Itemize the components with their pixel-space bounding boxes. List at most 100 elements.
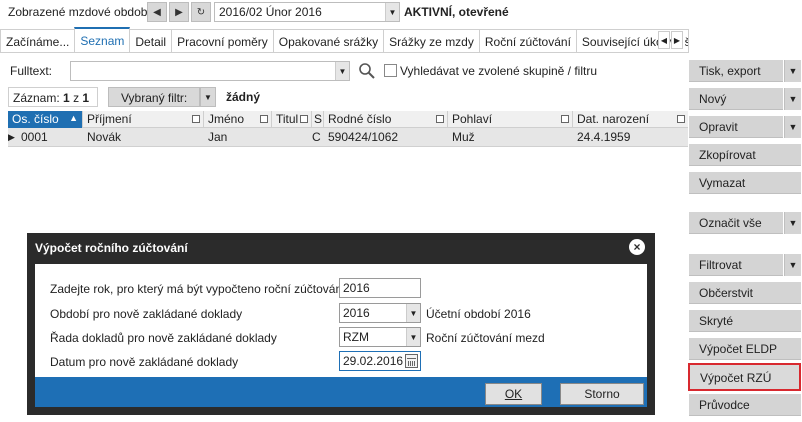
column-filter-icon[interactable]	[300, 115, 308, 123]
dialog-title: Výpočet ročního zúčtování	[35, 241, 188, 255]
records-total: 1	[82, 91, 90, 105]
records-current: 1	[63, 91, 70, 105]
records-counter: Záznam: 1 z 1	[8, 87, 98, 107]
tisk-export-dropdown[interactable]: ▼	[784, 60, 801, 82]
tab-detail[interactable]: Detail	[129, 29, 173, 53]
cell-os-cislo: 0001	[21, 130, 48, 144]
refresh-icon: ↻	[196, 6, 206, 18]
column-header-jmeno[interactable]: Jméno	[204, 111, 272, 128]
column-header-label: Dat. narození	[577, 112, 650, 126]
fulltext-label: Fulltext:	[10, 64, 53, 78]
tab-zaciname[interactable]: Začínáme...	[0, 29, 76, 53]
cancel-button[interactable]: Storno	[560, 383, 644, 405]
calendar-icon[interactable]	[405, 354, 418, 368]
period-status: AKTIVNÍ, otevřené	[404, 5, 509, 19]
column-header-titul[interactable]: Titul	[272, 111, 312, 128]
date-input[interactable]: 29.02.2016	[339, 351, 421, 371]
tab-scroll-right-button[interactable]: ▶	[671, 31, 683, 49]
column-header-label: Pohlaví	[452, 112, 493, 126]
dialog-body: Zadejte rok, pro který má být vypočteno …	[35, 264, 647, 377]
period-label: Období pro nově zakládané doklady	[50, 307, 243, 321]
column-header-rodne-cislo[interactable]: Rodné číslo	[324, 111, 448, 128]
tab-srazky-ze-mzdy[interactable]: Srážky ze mzdy	[383, 29, 480, 53]
column-header-pohlavi[interactable]: Pohlaví	[448, 111, 573, 128]
opravit-dropdown[interactable]: ▼	[784, 116, 801, 138]
next-period-button[interactable]: ▶	[169, 2, 189, 22]
novy-dropdown[interactable]: ▼	[784, 88, 801, 110]
column-filter-icon[interactable]	[436, 115, 444, 123]
filtrovat-button[interactable]: Filtrovat	[689, 254, 783, 276]
triangle-right-icon: ▶	[673, 35, 681, 45]
skryte-button[interactable]: Skryté	[689, 310, 801, 332]
cell-prijmeni: Novák	[87, 130, 122, 144]
chevron-down-icon: ▼	[204, 92, 212, 102]
selected-filter-button[interactable]: Vybraný filtr:	[108, 87, 200, 107]
oznacit-vse-button[interactable]: Označit vše	[689, 212, 783, 234]
column-filter-icon[interactable]	[561, 115, 569, 123]
column-header-label: Jméno	[208, 112, 245, 126]
table-row[interactable]: ▶ 0001 Novák Jan C 590424/1062 Muž 24.4.…	[8, 128, 688, 147]
column-filter-icon[interactable]	[192, 115, 200, 123]
column-header-s[interactable]: S	[312, 111, 324, 128]
series-select-value: RZM	[343, 330, 369, 344]
zkopirovat-button[interactable]: Zkopírovat	[689, 144, 801, 166]
group-search-label: Vyhledávat ve zvolené skupině / filtru	[400, 64, 597, 78]
chevron-down-icon: ▼	[788, 66, 798, 76]
vymazat-button[interactable]: Vymazat	[689, 172, 801, 194]
vypocet-eldp-button[interactable]: Výpočet ELDP	[689, 338, 801, 360]
close-icon[interactable]: ×	[629, 239, 645, 255]
rocni-zuctovani-dialog: Výpočet ročního zúčtování × Zadejte rok,…	[27, 233, 655, 415]
column-header-os-cislo[interactable]: Os. číslo ▲	[8, 111, 83, 128]
chevron-down-icon[interactable]: ▼	[385, 3, 399, 21]
oznacit-vse-dropdown[interactable]: ▼	[784, 212, 801, 234]
chevron-down-icon: ▼	[788, 260, 798, 270]
tab-seznam[interactable]: Seznam	[74, 27, 131, 53]
tab-opakovane-srazky[interactable]: Opakované srážky	[272, 29, 385, 53]
dialog-footer	[35, 377, 647, 407]
novy-button[interactable]: Nový	[689, 88, 783, 110]
sort-ascending-icon: ▲	[69, 113, 78, 123]
pruvodce-button[interactable]: Průvodce	[689, 394, 801, 416]
period-note: Účetní období 2016	[426, 307, 531, 321]
triangle-left-icon: ◀	[153, 6, 161, 18]
filtrovat-dropdown[interactable]: ▼	[784, 254, 801, 276]
column-header-dat-narozeni[interactable]: Dat. narození	[573, 111, 688, 128]
fulltext-input[interactable]: ▼	[70, 61, 350, 81]
group-search-checkbox[interactable]	[384, 64, 397, 77]
search-icon[interactable]	[358, 62, 376, 80]
refresh-period-button[interactable]: ↻	[191, 2, 211, 22]
tab-scroll-left-button[interactable]: ◀	[658, 31, 670, 49]
period-select[interactable]: 2016 ▼	[339, 303, 421, 323]
tab-pracovni-pomery[interactable]: Pracovní poměry	[171, 29, 274, 53]
period-select-value: 2016/02 Únor 2016	[219, 5, 322, 19]
chevron-down-icon[interactable]: ▼	[406, 304, 420, 322]
triangle-left-icon: ◀	[660, 35, 668, 45]
cell-pohlavi: Muž	[452, 130, 475, 144]
date-label: Datum pro nově zakládané doklady	[50, 355, 239, 369]
column-header-label: Rodné číslo	[328, 112, 392, 126]
column-header-label: Os. číslo	[12, 112, 59, 126]
ok-button-label: OK	[504, 387, 523, 401]
row-indicator-icon: ▶	[8, 132, 15, 142]
column-filter-icon[interactable]	[260, 115, 268, 123]
chevron-down-icon[interactable]: ▼	[335, 62, 349, 80]
obcerstvit-button[interactable]: Občerstvit	[689, 282, 801, 304]
column-filter-icon[interactable]	[677, 115, 685, 123]
series-select[interactable]: RZM ▼	[339, 327, 421, 347]
tisk-export-button[interactable]: Tisk, export	[689, 60, 783, 82]
cell-rodne-cislo: 590424/1062	[328, 130, 399, 144]
period-select[interactable]: 2016/02 Únor 2016 ▼	[214, 2, 400, 22]
chevron-down-icon[interactable]: ▼	[406, 328, 420, 346]
opravit-button[interactable]: Opravit	[689, 116, 783, 138]
column-header-label: Titul	[276, 112, 299, 126]
year-input[interactable]: 2016	[339, 278, 421, 298]
records-sep: z	[73, 91, 80, 105]
records-label: Záznam:	[13, 91, 60, 105]
period-select-value: 2016	[343, 306, 370, 320]
previous-period-button[interactable]: ◀	[147, 2, 167, 22]
ok-button[interactable]: OK	[485, 383, 542, 405]
selected-filter-dropdown[interactable]: ▼	[200, 87, 216, 107]
vypocet-rzu-button[interactable]: Výpočet RZÚ	[688, 363, 801, 391]
tab-rocni-zuctovani[interactable]: Roční zúčtování	[478, 29, 577, 53]
column-header-prijmeni[interactable]: Příjmení	[83, 111, 204, 128]
